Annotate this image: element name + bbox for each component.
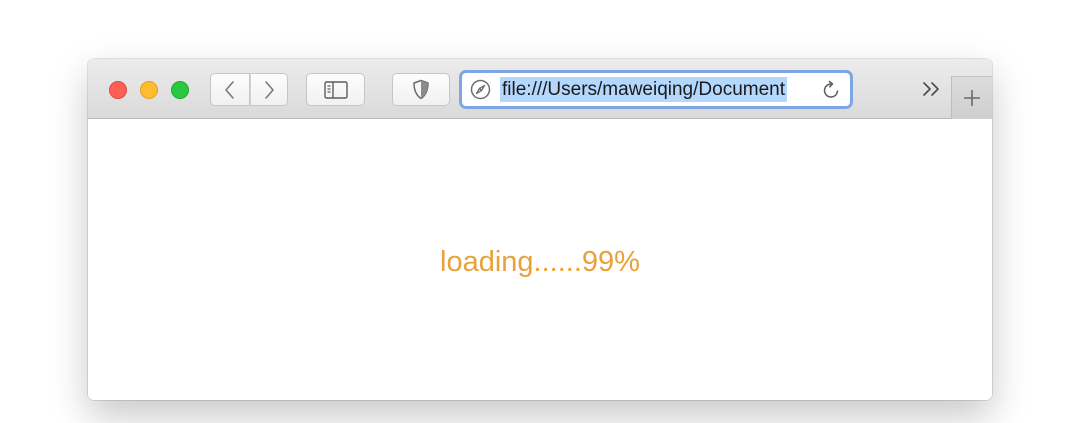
- privacy-report-button[interactable]: [392, 73, 450, 106]
- sidebar-icon: [323, 80, 348, 99]
- show-sidebar-button[interactable]: [306, 73, 365, 106]
- double-chevron-right-icon[interactable]: [921, 80, 943, 98]
- shield-icon: [413, 79, 429, 100]
- compass-icon: [470, 79, 491, 100]
- close-window-button[interactable]: [109, 81, 127, 99]
- url-text[interactable]: file:///Users/maweiqing/Document: [500, 77, 787, 102]
- chevron-right-icon: [265, 80, 274, 99]
- browser-toolbar: file:///Users/maweiqing/Document: [88, 59, 992, 119]
- page-content: loading......99%: [88, 119, 992, 400]
- back-button[interactable]: [210, 73, 250, 106]
- plus-icon: [964, 90, 980, 106]
- chevron-left-icon: [225, 80, 234, 99]
- minimize-window-button[interactable]: [140, 81, 158, 99]
- screenshot-stage: file:///Users/maweiqing/Document loading…: [0, 0, 1080, 423]
- zoom-window-button[interactable]: [171, 81, 189, 99]
- forward-button[interactable]: [250, 73, 288, 106]
- reload-icon[interactable]: [822, 80, 841, 100]
- new-tab-button[interactable]: [951, 76, 992, 119]
- browser-window: file:///Users/maweiqing/Document loading…: [88, 59, 992, 400]
- loading-progress-text: loading......99%: [440, 246, 640, 278]
- address-bar[interactable]: file:///Users/maweiqing/Document: [459, 70, 853, 109]
